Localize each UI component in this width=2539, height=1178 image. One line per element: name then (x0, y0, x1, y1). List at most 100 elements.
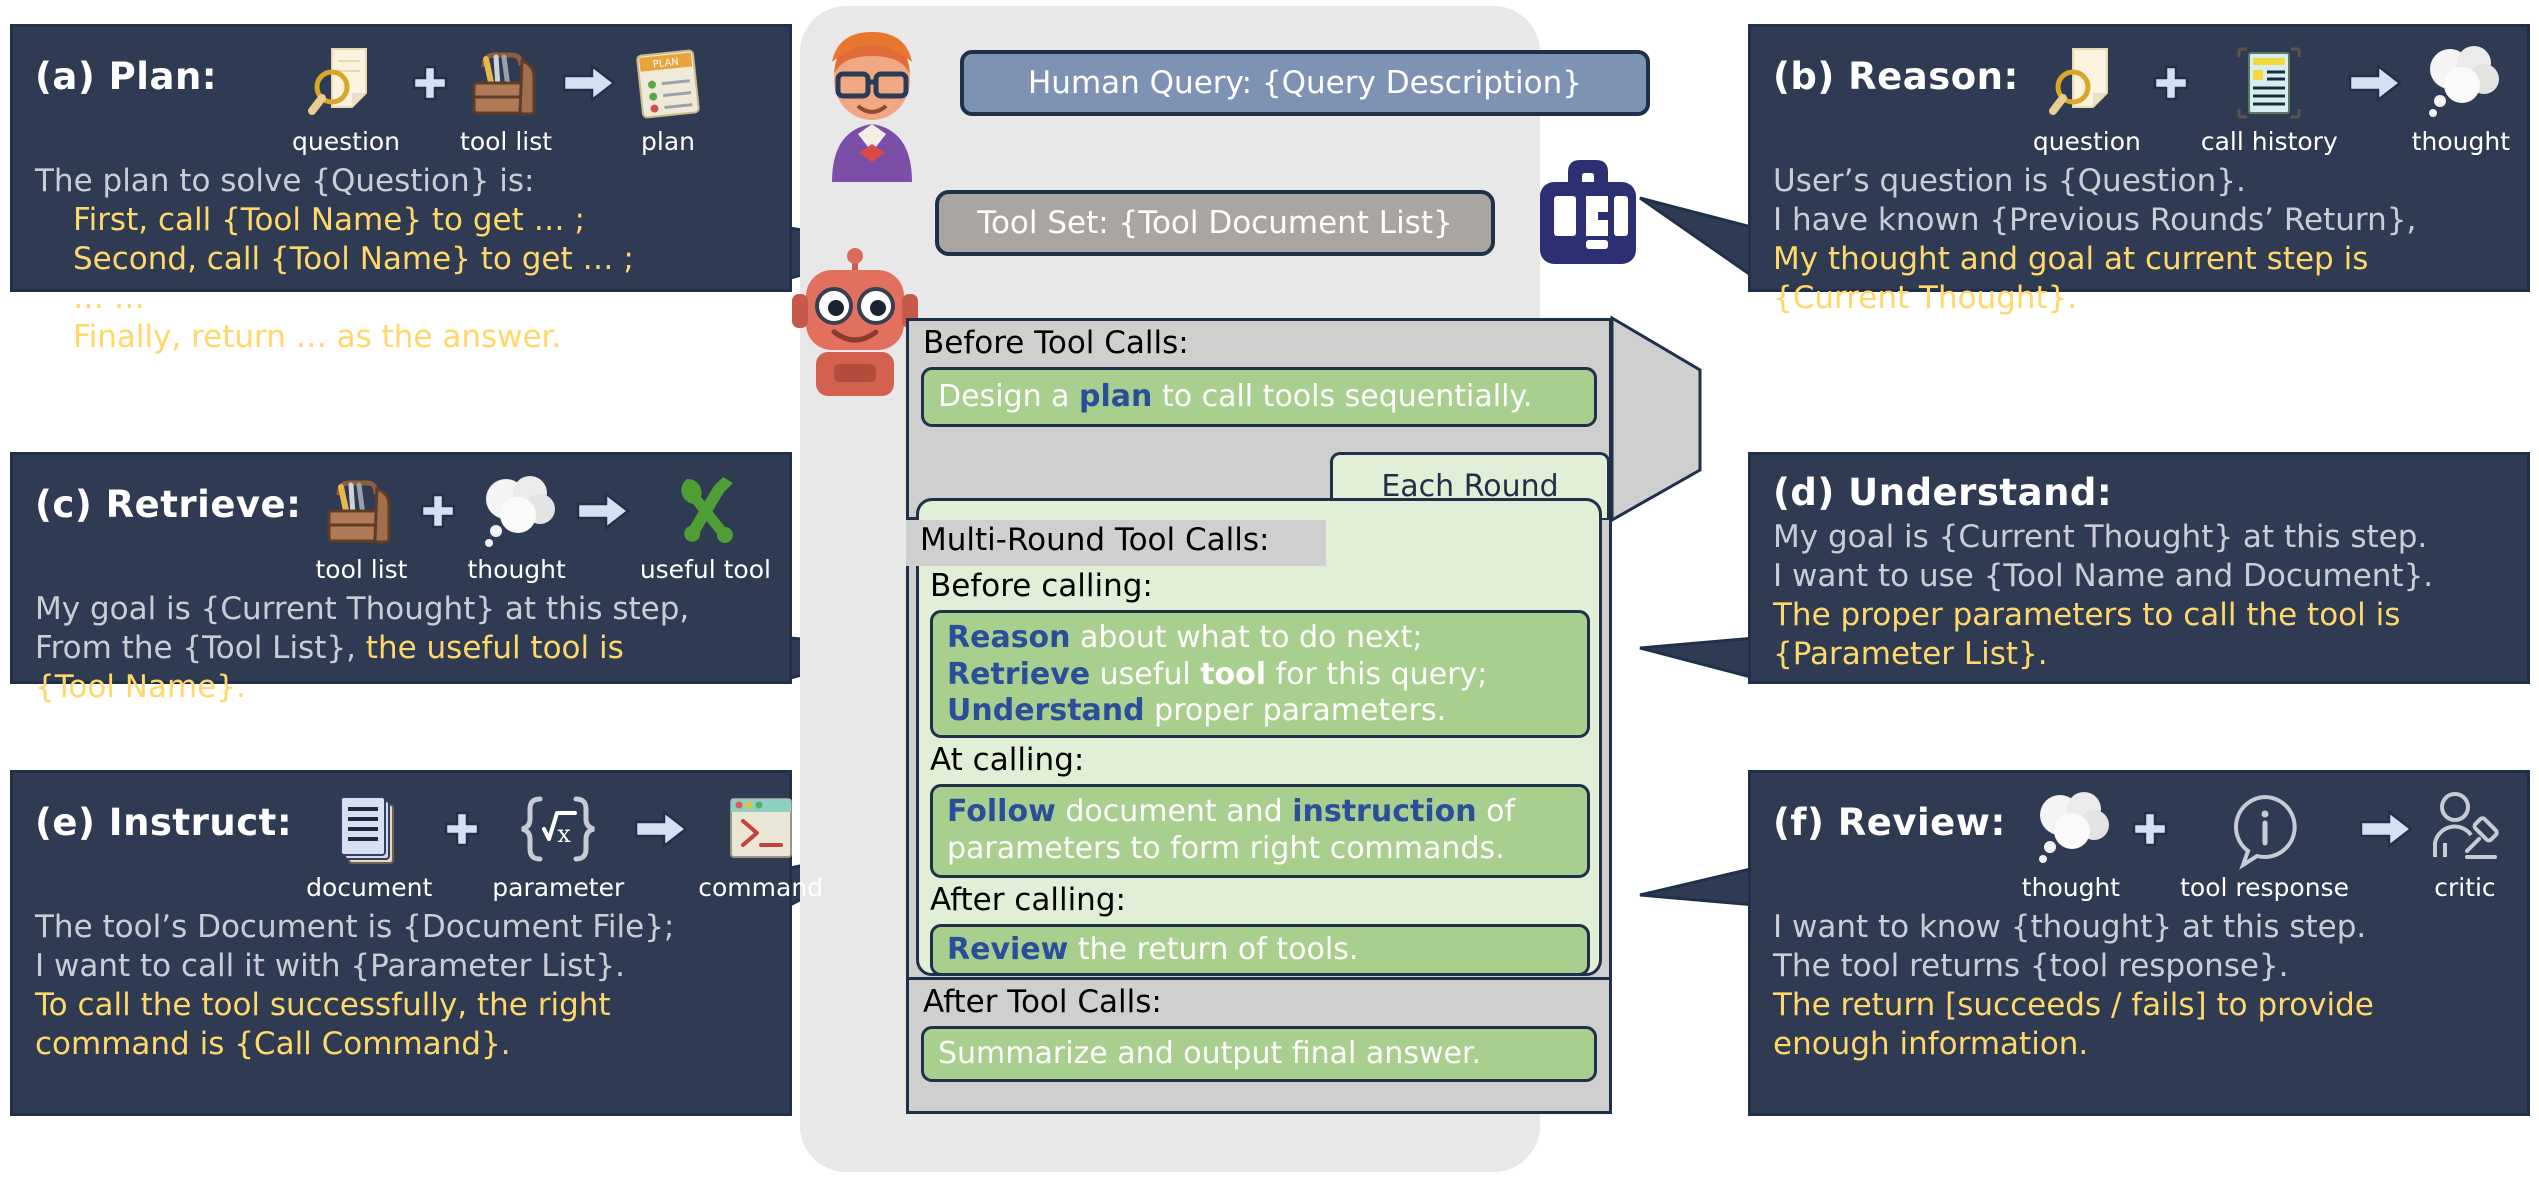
before-calling-label: Before calling: (930, 568, 1153, 604)
arrow-right-icon (572, 469, 634, 553)
instruction-keyword: instruction (1292, 794, 1477, 829)
plus-icon (2126, 787, 2174, 871)
plan-clipboard-icon: PLAN (626, 41, 710, 125)
arrow-right-icon (2344, 41, 2406, 125)
panel-retrieve: (c) Retrieve: tool list thought useful t… (10, 452, 792, 705)
call-history-caption: call history (2200, 127, 2338, 156)
useful-tool-caption: useful tool (639, 555, 771, 584)
question-magnifier-icon (2045, 41, 2129, 125)
call-history-icon-group: call history (2201, 41, 2338, 156)
reason-keyword: Reason (947, 620, 1071, 655)
understand-keyword: Understand (947, 693, 1145, 729)
retrieve-keyword: Retrieve (947, 656, 1091, 692)
thought-cloud-icon (2416, 41, 2506, 125)
parameter-icon-group: x parameter (492, 787, 624, 902)
review-line-3: The return [succeeds / fails] to provide (1773, 987, 2374, 1024)
toolbox-icon (464, 41, 548, 125)
tool-list-caption: tool list (315, 555, 408, 584)
understand-line-3: The proper parameters to call the tool i… (1773, 596, 2401, 633)
understand-line-1: My goal is {Current Thought} at this ste… (1773, 518, 2428, 555)
reason-line-1: User’s question is {Question}. (1773, 163, 2246, 199)
arrow-right-icon (558, 41, 620, 125)
command-caption: command (698, 873, 824, 902)
question-magnifier-icon (304, 41, 388, 125)
plan-line-1: The plan to solve {Question} is: (35, 163, 535, 199)
call-history-document-icon (2227, 41, 2311, 125)
diagram-canvas: Human Query: {Query Description} Tool Se… (0, 0, 2539, 1178)
critic-gavel-icon (2423, 787, 2507, 871)
at-calling-label: At calling: (930, 742, 1085, 778)
after-calling-box: Review the return of tools. (930, 924, 1590, 976)
review-line-2: The tool returns {tool response}. (1773, 948, 2289, 985)
plan-text-pre: Design a (938, 378, 1080, 414)
panel-plan: (a) Plan: question tool list PLAN plan T… (10, 24, 792, 355)
toolbox-icon (319, 469, 403, 553)
plan-line-2: First, call {Tool Name} to get … ; (73, 202, 585, 239)
plan-icon-group: PLAN plan (626, 41, 710, 156)
understand-text: proper parameters. (1144, 693, 1447, 729)
retrieve-line-1: My goal is {Current Thought} at this ste… (35, 591, 690, 627)
panel-retrieve-body: My goal is {Current Thought} at this ste… (13, 584, 789, 717)
toolbox-icon-group: tool list (460, 41, 552, 156)
after-tool-calls-label: After Tool Calls: (923, 984, 1162, 1020)
plan-icon-caption: plan (641, 127, 696, 156)
panel-reason-icons: question call history thought (2033, 41, 2510, 156)
human-query-bubble: Human Query: {Query Description} (960, 50, 1650, 116)
after-calling-label: After calling: (930, 882, 1126, 918)
after-tool-calls-section: After Tool Calls: Summarize and output f… (906, 980, 1612, 1114)
panel-reason-header: (b) Reason: question call history though… (1751, 27, 2527, 156)
review-keyword: Review (947, 931, 1069, 967)
understand-line-4: {Parameter List}. (1773, 635, 2048, 672)
retrieve-text: useful (1090, 656, 1201, 692)
plan-line-5: Finally, return … as the answer. (73, 319, 562, 356)
terminal-window-icon (719, 787, 803, 871)
toolbox-icon-caption: tool list (460, 127, 553, 156)
plan-line-4: … … (73, 280, 145, 317)
panel-instruct-body: The tool’s Document is {Document File}; … (13, 902, 789, 1074)
multi-round-tool-calls-label: Multi-Round Tool Calls: (920, 522, 1270, 558)
panel-retrieve-icons: tool list thought useful tool (315, 469, 771, 584)
toolbox-wrench-icon (1528, 152, 1648, 272)
parameter-caption: parameter (492, 873, 625, 902)
plan-keyword: plan (1079, 378, 1153, 414)
robot-avatar-icon (790, 248, 920, 408)
follow-text: document and (1055, 794, 1293, 829)
reason-line-2: I have known {Previous Rounds’ Return}, (1773, 202, 2417, 239)
before-tool-calls-label: Before Tool Calls: (923, 325, 1189, 361)
instruct-line-1: The tool’s Document is {Document File}; (35, 909, 675, 945)
panel-understand: (d) Understand: My goal is {Current Thou… (1748, 452, 2530, 684)
critic-icon-group: critic (2423, 787, 2507, 902)
question-icon-caption: question (292, 127, 401, 156)
tool-set-bubble: Tool Set: {Tool Document List} (935, 190, 1495, 256)
panel-plan-header: (a) Plan: question tool list PLAN plan (13, 27, 789, 156)
tool-response-icon-group: tool response (2180, 787, 2349, 902)
plan-line-3: Second, call {Tool Name} to get … ; (73, 241, 634, 278)
panel-instruct: (e) Instruct: document x parameter comma… (10, 770, 823, 1116)
retrieve-line-2: From the {Tool List}, the useful tool is (35, 629, 769, 668)
panel-review-header: (f) Review: thought tool response critic (1751, 773, 2527, 902)
question-icon-group: question (2033, 41, 2141, 156)
info-speech-bubble-icon (2223, 787, 2307, 871)
retrieve-line-3: {Tool Name}. (35, 669, 246, 706)
before-calling-box: Reason about what to do next; Retrieve u… (930, 610, 1590, 738)
before-tool-calls-box: Design a plan to call tools sequentially… (921, 367, 1597, 427)
panel-instruct-title: (e) Instruct: (35, 801, 293, 844)
panel-review-title: (f) Review: (1773, 801, 2006, 844)
plus-icon (2147, 41, 2195, 125)
toolbox-icon-group: tool list (315, 469, 408, 584)
panel-review-body: I want to know {thought} at this step. T… (1751, 902, 2527, 1074)
panel-review: (f) Review: thought tool response critic… (1748, 770, 2530, 1116)
follow-text-2: of (1476, 794, 1516, 829)
arrow-right-icon (630, 787, 692, 871)
arrow-right-icon (2355, 787, 2417, 871)
reason-text: about what to do next; (1070, 620, 1423, 655)
thought-caption: thought (2021, 873, 2121, 902)
follow-text-3: parameters to form right commands. (947, 830, 1505, 866)
thought-icon-group: thought (468, 469, 566, 584)
panel-review-icons: thought tool response critic (2020, 787, 2509, 902)
retrieve-line-2-a: From the {Tool List}, (35, 630, 356, 667)
follow-keyword: Follow (947, 794, 1056, 829)
thought-icon-group: thought (2022, 787, 2120, 902)
svg-text:x: x (557, 820, 571, 848)
review-text: the return of tools. (1068, 931, 1359, 967)
